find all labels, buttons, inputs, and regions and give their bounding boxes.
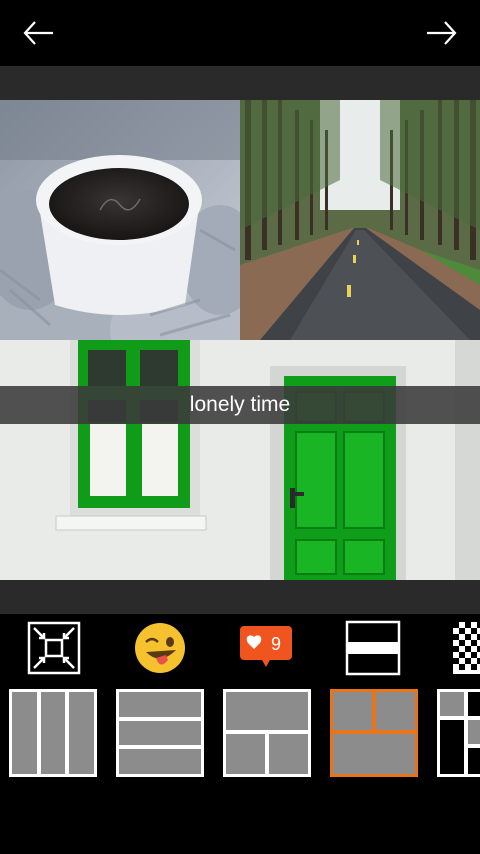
layout-3-rows[interactable]	[115, 688, 205, 778]
back-button[interactable]	[19, 13, 59, 53]
fit-icon	[27, 621, 81, 675]
collage-frame[interactable]	[0, 100, 480, 580]
layout-3-columns[interactable]	[8, 688, 98, 778]
layout-two-top-one-bottom[interactable]	[329, 688, 419, 778]
pattern-icon	[453, 622, 480, 674]
like-badge-icon: 9	[240, 626, 292, 667]
caption-text[interactable]: lonely time	[190, 393, 290, 417]
split-frame-icon	[345, 620, 401, 676]
arrow-right-icon	[427, 21, 457, 45]
top-bar	[0, 0, 480, 66]
pattern-button[interactable]	[451, 620, 480, 676]
green-door-photo[interactable]	[0, 340, 480, 580]
bottom-area	[0, 782, 480, 854]
caption-bar[interactable]: lonely time	[0, 386, 480, 424]
layout-mixed[interactable]	[436, 688, 480, 778]
like-count: 9	[271, 634, 281, 654]
forest-road-photo[interactable]	[240, 100, 480, 340]
coffee-cup-photo[interactable]	[0, 100, 240, 340]
split-frame-button[interactable]	[345, 620, 401, 676]
layout-top-two-bottom[interactable]	[222, 688, 312, 778]
emoji-sticker-button[interactable]	[132, 620, 188, 676]
like-badge-button[interactable]: 9	[238, 620, 294, 676]
emoji-sticker-icon	[135, 623, 185, 673]
forward-button[interactable]	[421, 13, 461, 53]
fit-button[interactable]	[26, 620, 82, 676]
arrow-left-icon	[23, 21, 53, 45]
